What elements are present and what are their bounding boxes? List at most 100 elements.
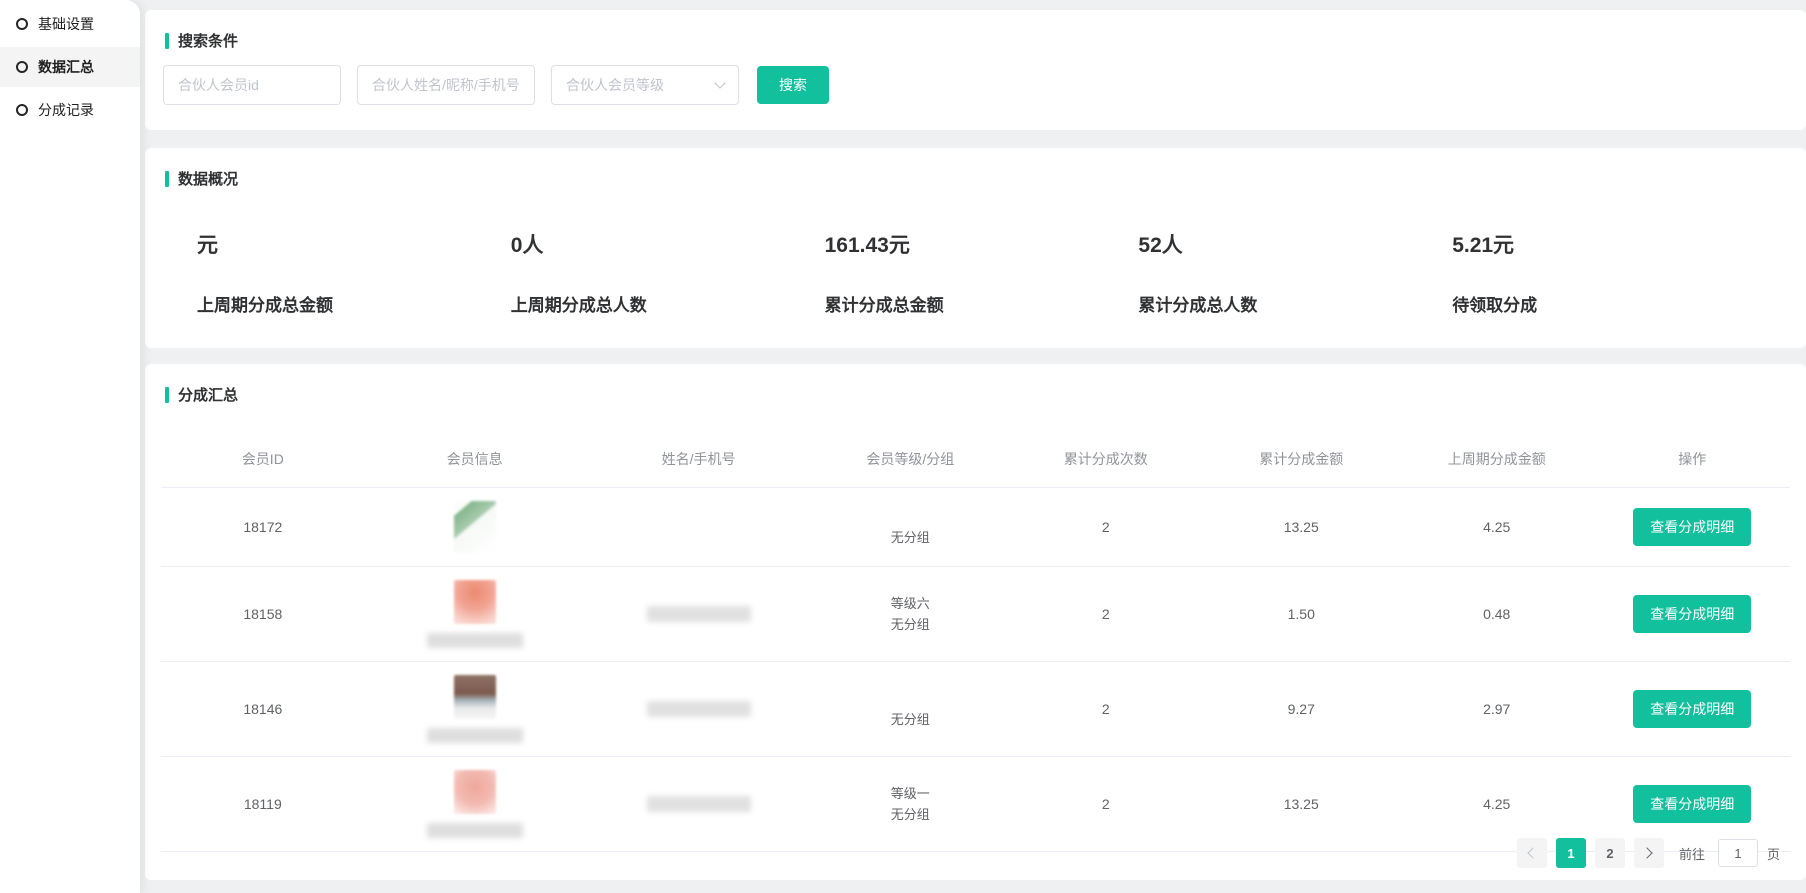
member-level xyxy=(813,688,1008,709)
level-group-cell: 无分组 xyxy=(813,662,1008,757)
sidebar-item-label: 分成记录 xyxy=(38,100,94,120)
overview-panel: 数据概况 元 上周期分成总金额 0人 上周期分成总人数 161.43元 累计分成… xyxy=(145,148,1806,348)
goto-label: 前往 xyxy=(1679,844,1705,863)
stat-last-period-people: 0人 上周期分成总人数 xyxy=(511,229,825,316)
section-title-text: 分成汇总 xyxy=(178,384,238,405)
sidebar-item-label: 数据汇总 xyxy=(38,57,94,77)
search-panel: 搜索条件 合伙人会员等级 搜索 xyxy=(145,10,1806,130)
member-nickname-redacted xyxy=(427,823,523,838)
member-avatar xyxy=(454,770,496,814)
partner-name-input[interactable] xyxy=(357,65,535,105)
view-detail-button[interactable]: 查看分成明细 xyxy=(1633,508,1751,546)
last-period-amount-cell: 2.97 xyxy=(1399,662,1594,757)
stat-label: 累计分成总金额 xyxy=(825,291,1139,316)
member-info-cell xyxy=(365,662,585,757)
commission-count-cell: 2 xyxy=(1008,567,1203,662)
member-avatar xyxy=(454,580,496,624)
summary-table: 会员ID 会员信息 姓名/手机号 会员等级/分组 累计分成次数 累计分成金额 上… xyxy=(161,429,1790,852)
radio-circle-icon xyxy=(16,104,28,116)
member-id-cell: 18172 xyxy=(161,488,365,567)
search-button[interactable]: 搜索 xyxy=(757,66,829,104)
col-level-group: 会员等级/分组 xyxy=(813,429,1008,488)
view-detail-button[interactable]: 查看分成明细 xyxy=(1633,595,1751,633)
summary-panel: 分成汇总 会员ID 会员信息 姓名/手机号 会员等级/分组 累计分成次数 累计分… xyxy=(145,364,1806,880)
page-button-1[interactable]: 1 xyxy=(1556,838,1586,868)
level-group-cell: 等级六 无分组 xyxy=(813,567,1008,662)
member-group: 无分组 xyxy=(813,527,1008,548)
section-accent-bar xyxy=(165,387,169,403)
partner-member-id-input[interactable] xyxy=(163,65,341,105)
chevron-down-icon xyxy=(714,77,725,88)
view-detail-button[interactable]: 查看分成明细 xyxy=(1633,690,1751,728)
name-phone-cell xyxy=(585,488,813,567)
search-section-title: 搜索条件 xyxy=(145,10,1806,51)
stat-value: 元 xyxy=(197,229,511,259)
action-cell: 查看分成明细 xyxy=(1594,488,1790,567)
name-phone-cell xyxy=(585,662,813,757)
member-phone-redacted xyxy=(647,796,751,812)
last-period-amount-cell: 4.25 xyxy=(1399,488,1594,567)
prev-page-button[interactable] xyxy=(1517,838,1547,868)
name-phone-cell xyxy=(585,567,813,662)
stat-value: 0人 xyxy=(511,229,825,259)
member-avatar xyxy=(454,675,496,719)
stat-value: 52人 xyxy=(1138,229,1452,259)
sidebar-item-basic-settings[interactable]: 基础设置 xyxy=(0,4,140,44)
stat-label: 上周期分成总金额 xyxy=(197,291,511,316)
stat-label: 待领取分成 xyxy=(1452,291,1766,316)
stats-grid: 元 上周期分成总金额 0人 上周期分成总人数 161.43元 累计分成总金额 5… xyxy=(145,189,1806,316)
stat-total-people: 52人 累计分成总人数 xyxy=(1138,229,1452,316)
col-total-amount: 累计分成金额 xyxy=(1204,429,1399,488)
page-button-2[interactable]: 2 xyxy=(1595,838,1625,868)
stat-value: 5.21元 xyxy=(1452,229,1766,259)
member-group: 无分组 xyxy=(813,709,1008,730)
section-title-text: 搜索条件 xyxy=(178,30,238,51)
action-cell: 查看分成明细 xyxy=(1594,662,1790,757)
table-row: 18146 无分组 2 9.27 2.97 xyxy=(161,662,1790,757)
member-level: 等级一 xyxy=(813,783,1008,804)
partner-level-select[interactable]: 合伙人会员等级 xyxy=(551,65,739,105)
summary-section-title: 分成汇总 xyxy=(145,364,1806,405)
section-title-text: 数据概况 xyxy=(178,168,238,189)
chevron-left-icon xyxy=(1528,847,1539,858)
select-placeholder: 合伙人会员等级 xyxy=(566,75,664,95)
member-info-cell xyxy=(365,757,585,852)
col-actions: 操作 xyxy=(1594,429,1790,488)
total-amount-cell: 13.25 xyxy=(1204,488,1399,567)
col-commission-count: 累计分成次数 xyxy=(1008,429,1203,488)
total-amount-cell: 9.27 xyxy=(1204,662,1399,757)
level-group-cell: 等级一 无分组 xyxy=(813,757,1008,852)
stat-value: 161.43元 xyxy=(825,229,1139,259)
member-phone-redacted xyxy=(647,701,751,717)
table-header-row: 会员ID 会员信息 姓名/手机号 会员等级/分组 累计分成次数 累计分成金额 上… xyxy=(161,429,1790,488)
member-id-cell: 18119 xyxy=(161,757,365,852)
overview-section-title: 数据概况 xyxy=(145,148,1806,189)
col-member-info: 会员信息 xyxy=(365,429,585,488)
search-controls: 合伙人会员等级 搜索 xyxy=(163,65,1806,105)
name-phone-cell xyxy=(585,757,813,852)
pagination: 1 2 前往 页 xyxy=(1517,838,1780,868)
radio-circle-icon xyxy=(16,18,28,30)
total-amount-cell: 13.25 xyxy=(1204,757,1399,852)
action-cell: 查看分成明细 xyxy=(1594,567,1790,662)
member-info-cell xyxy=(365,567,585,662)
chevron-right-icon xyxy=(1642,847,1653,858)
sidebar-item-data-summary[interactable]: 数据汇总 xyxy=(0,47,140,87)
member-group: 无分组 xyxy=(813,804,1008,825)
col-member-id: 会员ID xyxy=(161,429,365,488)
member-nickname-redacted xyxy=(427,728,523,743)
section-accent-bar xyxy=(165,171,169,187)
col-name-phone: 姓名/手机号 xyxy=(585,429,813,488)
next-page-button[interactable] xyxy=(1634,838,1664,868)
view-detail-button[interactable]: 查看分成明细 xyxy=(1633,785,1751,823)
goto-page-input[interactable] xyxy=(1718,839,1758,867)
sidebar-item-commission-records[interactable]: 分成记录 xyxy=(0,90,140,130)
stat-label: 累计分成总人数 xyxy=(1138,291,1452,316)
radio-circle-icon xyxy=(16,61,28,73)
member-nickname-redacted xyxy=(427,633,523,648)
section-accent-bar xyxy=(165,33,169,49)
table-row: 18158 等级六 无分组 2 1.50 0.48 xyxy=(161,567,1790,662)
stat-pending-amount: 5.21元 待领取分成 xyxy=(1452,229,1766,316)
last-period-amount-cell: 0.48 xyxy=(1399,567,1594,662)
stat-last-period-amount: 元 上周期分成总金额 xyxy=(197,229,511,316)
